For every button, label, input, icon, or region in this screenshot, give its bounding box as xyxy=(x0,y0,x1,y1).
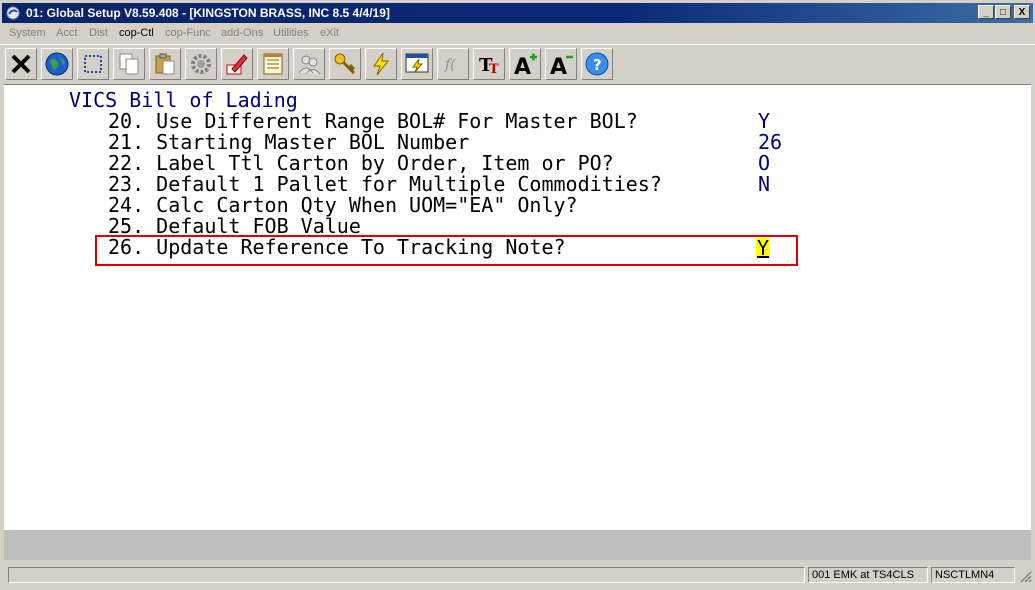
field-label-20: 20. Use Different Range BOL# For Master … xyxy=(108,109,638,133)
select-box-icon xyxy=(84,55,102,73)
font-smaller-icon: A xyxy=(550,55,573,77)
status-program: NSCTLMN4 xyxy=(931,567,1015,583)
toolbar-script-button[interactable]: f( xyxy=(437,48,469,80)
close-icon: X xyxy=(1018,7,1026,18)
svg-text:?: ? xyxy=(593,56,602,74)
svg-text:f(: f( xyxy=(444,57,456,73)
resize-grip-icon[interactable] xyxy=(1019,570,1032,583)
notepad-icon xyxy=(263,53,283,75)
restore-button[interactable]: □ xyxy=(995,5,1011,19)
help-icon: ? xyxy=(585,52,609,76)
toolbar-lightning-button[interactable] xyxy=(365,48,397,80)
toolbar-font-button[interactable]: TT xyxy=(473,48,505,80)
toolbar-copy-button[interactable] xyxy=(113,48,145,80)
globe-icon xyxy=(45,52,69,76)
menu-system[interactable]: System xyxy=(9,27,46,39)
toolbar-paste-button[interactable] xyxy=(149,48,181,80)
toolbar-font-larger-button[interactable]: A xyxy=(509,48,541,80)
toolbar-notepad-button[interactable] xyxy=(257,48,289,80)
toolbar-globe-button[interactable] xyxy=(41,48,73,80)
field-label-25: 25. Default FOB Value xyxy=(108,214,361,238)
font-tt-icon: TT xyxy=(479,55,499,77)
toolbar-users-button[interactable] xyxy=(293,48,325,80)
copy-icon xyxy=(119,53,139,75)
toolbar: f( TT A A ? xyxy=(0,44,1035,85)
toolbar-settings-button[interactable] xyxy=(185,48,217,80)
window-title: 01: Global Setup V8.59.408 - [KINGSTON B… xyxy=(26,6,390,20)
field-label-24: 24. Calc Carton Qty When UOM="EA" Only? xyxy=(108,193,578,217)
svg-text:A: A xyxy=(514,55,531,77)
field-label-21: 21. Starting Master BOL Number xyxy=(108,130,470,154)
minimize-icon: _ xyxy=(983,7,989,18)
users-icon xyxy=(298,55,321,75)
settings-gear-icon xyxy=(191,54,211,74)
menu-acct[interactable]: Acct xyxy=(56,27,77,39)
restore-icon: □ xyxy=(999,7,1007,18)
toolbar-select-button[interactable] xyxy=(77,48,109,80)
application-window: 01: Global Setup V8.59.408 - [KINGSTON B… xyxy=(0,0,1035,590)
field-value-22[interactable]: O xyxy=(758,153,770,174)
svg-text:A: A xyxy=(550,55,567,77)
screen-lightning-icon xyxy=(405,53,429,73)
menu-bar: System Acct Dist cop-Ctl cop-Func add-On… xyxy=(0,24,1035,44)
status-user: 001 EMK at TS4CLS xyxy=(808,567,928,583)
toolbar-edit-button[interactable] xyxy=(221,48,253,80)
paste-icon xyxy=(155,53,175,75)
menu-utilities[interactable]: Utilities xyxy=(273,27,308,39)
app-icon xyxy=(6,6,20,20)
lightning-icon xyxy=(373,52,390,76)
field-value-20[interactable]: Y xyxy=(758,111,770,132)
toolbar-screen-lightning-button[interactable] xyxy=(401,48,433,80)
font-larger-icon: A xyxy=(514,53,537,77)
toolbar-close-button[interactable] xyxy=(5,48,37,80)
field-value-21[interactable]: 26 xyxy=(758,132,782,153)
screen-heading: VICS Bill of Lading xyxy=(69,88,298,112)
menu-dist[interactable]: Dist xyxy=(89,27,108,39)
menu-add-ons[interactable]: add-Ons xyxy=(221,27,263,39)
terminal-screen[interactable]: VICS Bill of Lading 20. Use Different Ra… xyxy=(4,84,1031,531)
menu-cop-func[interactable]: cop-Func xyxy=(165,27,211,39)
close-button[interactable]: X xyxy=(1014,5,1030,19)
screen-footer-area xyxy=(4,530,1031,560)
svg-text:T: T xyxy=(489,62,499,77)
title-bar[interactable]: 01: Global Setup V8.59.408 - [KINGSTON B… xyxy=(2,3,1033,23)
status-bar: 001 EMK at TS4CLS NSCTLMN4 xyxy=(0,564,1035,586)
menu-cop-ctl[interactable]: cop-Ctl xyxy=(119,27,154,39)
key-icon xyxy=(334,53,356,75)
field-value-23[interactable]: N xyxy=(758,174,770,195)
close-x-icon xyxy=(11,54,31,74)
edit-pencil-icon xyxy=(226,54,248,75)
field-label-26: 26. Update Reference To Tracking Note? xyxy=(108,235,566,259)
menu-exit[interactable]: eXit xyxy=(320,27,339,39)
field-label-22: 22. Label Ttl Carton by Order, Item or P… xyxy=(108,151,614,175)
minimize-button[interactable]: _ xyxy=(978,5,994,19)
field-value-26-active-input[interactable]: Y xyxy=(756,238,771,258)
status-message xyxy=(8,567,805,583)
toolbar-help-button[interactable]: ? xyxy=(581,48,613,80)
toolbar-font-smaller-button[interactable]: A xyxy=(545,48,577,80)
toolbar-key-button[interactable] xyxy=(329,48,361,80)
field-label-23: 23. Default 1 Pallet for Multiple Commod… xyxy=(108,172,662,196)
script-fx-icon: f( xyxy=(444,57,456,73)
